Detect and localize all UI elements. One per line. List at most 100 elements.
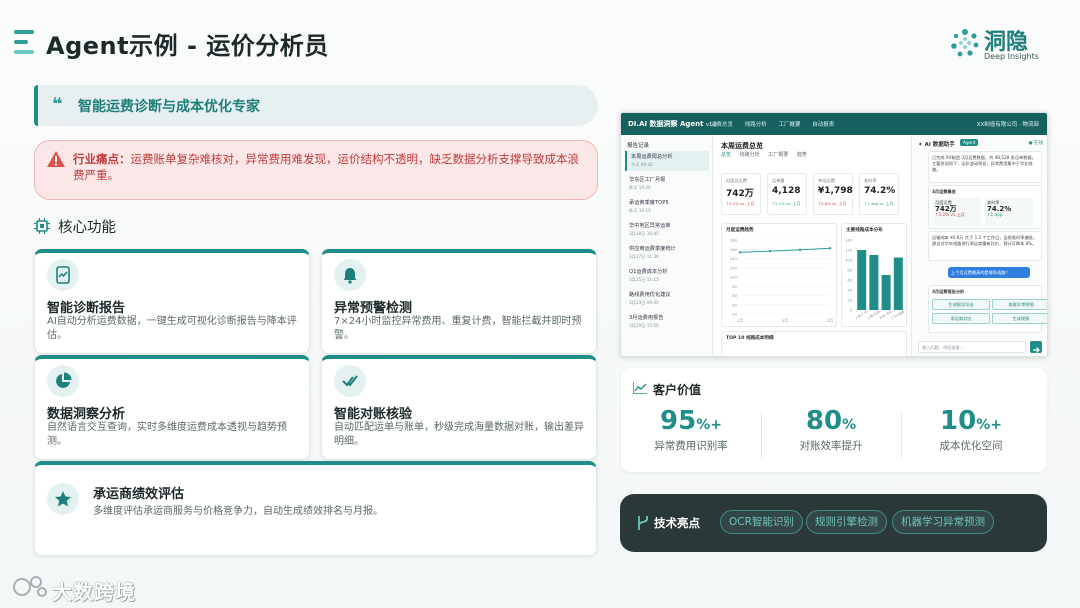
feature-desc: 7×24小时监控异常费用、重复计费，智能拦截并即时预警。 — [334, 316, 582, 341]
kpi-label: 单均运费 — [818, 178, 835, 183]
x-tick-label: 上海-北京 — [866, 309, 881, 320]
star-icon — [47, 483, 79, 515]
route-bar — [893, 257, 903, 310]
dashboard-preview: DI.AI 数据洞察 Agent v1.0 运费总览 线路分析 工厂概要 自动报… — [620, 112, 1048, 357]
feature-card-insight[interactable]: 数据洞察分析 自然语言交互查询，实时多维度运费成本透视与趋势预测。 — [34, 355, 310, 460]
y-tick-label: 80 — [847, 269, 852, 273]
dashboard-nav-item[interactable]: 工厂概要 — [779, 122, 801, 128]
chat-input[interactable]: 输入问题，例如查看… — [918, 341, 1026, 353]
slide: Agent示例 - 运价分析员 洞隐 Deep Insights ❝ 智能运费诊… — [0, 0, 1080, 608]
dashboard-main-title: 本周运费总览 — [721, 142, 763, 150]
bell-icon — [334, 259, 366, 291]
kpi-label: 运单量 — [772, 178, 785, 183]
sidebar-item-time: 3月23日 09:00 — [629, 300, 659, 305]
chat-action-button[interactable]: 生成报告导出 — [932, 299, 990, 310]
watermark-logo-icon — [13, 576, 47, 597]
feature-card-alert[interactable]: 异常预警检测 7×24小时监控异常费用、重复计费，智能拦截并即时预警。 — [321, 249, 597, 354]
kpi-label: 月度总运费 — [726, 178, 747, 183]
pain-point-body: 运费账单复杂难核对，异常费用难发现，运价结构不透明，缺乏数据分析支撑导致成本浪费… — [73, 152, 579, 182]
sidebar-item-time: 昨天 14:20 — [629, 185, 651, 190]
chip-icon — [34, 218, 50, 234]
chat-header: ✦ AI 数据助手 — [918, 142, 955, 148]
sidebar-item[interactable]: 3月运费用报告 3月20日 15:50 — [625, 312, 709, 332]
feature-title: 智能对账核验 — [334, 407, 413, 422]
metric-value: 80% — [761, 406, 901, 436]
feature-desc: 多维度评估承运商服务与价格竞争力，自动生成绩效排名与月报。 — [93, 506, 383, 517]
value-metric: 95%+ 异常费用识别率 — [621, 406, 761, 453]
metric-unit: % — [842, 417, 857, 433]
send-icon[interactable] — [1030, 341, 1042, 353]
dashboard-nav-item[interactable]: 线路分析 — [745, 122, 767, 128]
core-features-title: 核心功能 — [58, 220, 116, 236]
y-tick-label: 60 — [847, 279, 852, 283]
tech-pill: OCR智能识别 — [720, 510, 803, 534]
feature-card-diagnosis[interactable]: 智能诊断报告 AI自动分析运费数据，一键生成可视化诊断报告与降本评估。 — [34, 249, 310, 354]
metric-value: 10%+ — [901, 406, 1041, 436]
sidebar-item[interactable]: 供应商运费季度统计 3月27日 11:30 — [625, 243, 709, 263]
dashboard-topbar: DI.AI 数据洞察 Agent v1.0 运费总览 线路分析 工厂概要 自动报… — [621, 113, 1047, 135]
metric-label: 成本优化空间 — [939, 440, 1003, 452]
sidebar-item-time: 3月25日 11:15 — [629, 277, 659, 282]
chat-action-button[interactable]: 生成周报 — [992, 313, 1047, 324]
ai-chat-panel: ✦ AI 数据助手 Agent ● 在线 已完成 XX制造 3月运费数据，共 4… — [911, 135, 1047, 356]
sidebar-item[interactable]: 华中地区异常运单 3月28日 16:45 — [625, 220, 709, 240]
y-tick-label: 60 — [732, 293, 737, 298]
bar-chart-panel: 主要线路成本分布 140 120 100 80 60 40 20 0 上海-广州 上海-北京 北京-… — [841, 223, 907, 327]
y-tick-label: 40 — [847, 289, 852, 293]
y-tick-label: 40 — [732, 302, 737, 307]
dashboard-nav-item[interactable]: 运费总览 — [711, 122, 733, 128]
sidebar-item-time: 3月28日 16:45 — [629, 231, 659, 236]
dashboard-nav: 运费总览 线路分析 工厂概要 自动报表 — [711, 120, 844, 128]
route-bar — [857, 250, 867, 310]
metric-number: 80 — [805, 406, 843, 436]
x-tick-label: 2月 — [782, 318, 788, 323]
dashboard-tab[interactable]: 工厂概要 — [768, 152, 788, 158]
kpi-delta: ↑1.4pp vs. 上月 — [864, 201, 894, 206]
feature-card-carrier[interactable]: 承运商绩效评估 多维度评估承运商服务与价格竞争力，自动生成绩效排名与月报。 — [34, 461, 597, 556]
sidebar-item-time: 3月20日 15:50 — [629, 323, 659, 328]
chat-action-button[interactable]: 承运商对比 — [932, 313, 990, 324]
pie-chart-icon — [47, 365, 79, 397]
tagline-banner: ❝ 智能运费诊断与成本优化专家 — [34, 85, 598, 126]
trend-line — [739, 247, 831, 253]
menu-icon[interactable] — [14, 30, 34, 56]
sidebar-item-title: 路线费用优化建议 — [629, 292, 671, 298]
chat-stats-card: 3月运费概览 月度运费 742万 ↑3.2% vs.上月 准时率 74.2% ↑… — [928, 185, 1042, 229]
x-tick-label: 上海-广州 — [854, 309, 869, 320]
dashboard-tab[interactable]: 总览 — [721, 152, 731, 158]
trend-line-chart: 180 160 140 120 100 80 60 40 201月 2月 3月 — [730, 238, 834, 324]
sidebar-item[interactable]: 承运商季度TOP5 昨天 10:15 — [625, 197, 709, 217]
y-tick-label: 140 — [845, 239, 853, 243]
sidebar-item-title: 华中地区异常运单 — [629, 223, 671, 229]
check-double-icon — [334, 365, 366, 397]
sidebar-item-time: 今天 09:42 — [631, 162, 653, 167]
sidebar-item-time: 昨天 10:15 — [629, 208, 651, 213]
sidebar-item[interactable]: 路线费用优化建议 3月23日 09:00 — [625, 289, 709, 309]
dashboard-tabs: 总览 线路分析 工厂概要 趋势 — [721, 151, 814, 158]
y-tick-label: 180 — [730, 238, 738, 243]
feature-desc: AI自动分析运费数据，一键生成可视化诊断报告与降本评估。 — [47, 316, 297, 341]
feature-card-reconcile[interactable]: 智能对账核验 自动匹配运单与账单，秒级完成海量数据对账，输出差异明细。 — [321, 355, 597, 460]
chat-action-button[interactable]: 查看异常明细 — [992, 299, 1047, 310]
tech-highlights-bar: 技术亮点 OCR智能识别 规则引擎检测 机器学习异常预测 — [620, 494, 1047, 552]
tech-pill: 机器学习异常预测 — [892, 510, 994, 534]
kpi-card: 月度总运费 742万 ↑3.2% vs. 上月 — [721, 173, 761, 215]
metric-label: 对账效率提升 — [799, 440, 863, 452]
sidebar-item[interactable]: 华东区工厂月报 昨天 14:20 — [625, 174, 709, 194]
sidebar-item[interactable]: Q1运费成本分析 3月25日 11:15 — [625, 266, 709, 286]
top10-title: TOP 10 线路成本明细 — [726, 336, 774, 341]
dashboard-user[interactable]: XX制造有限公司 · 物流部 — [977, 120, 1039, 128]
dashboard-brand-text: DI.AI 数据洞察 Agent — [628, 120, 704, 128]
line-chart-icon — [633, 382, 647, 394]
x-tick-label: 3月 — [827, 318, 833, 323]
kpi-delta: ↑3.2% vs. 上月 — [726, 201, 755, 206]
x-tick-label: 北京-深圳 — [878, 309, 893, 320]
dashboard-tab[interactable]: 趋势 — [797, 152, 807, 158]
kpi-label: 准时率 — [864, 178, 877, 183]
chat-stat: 准时率 74.2% ↑1.4pp — [985, 198, 1033, 226]
dashboard-tab[interactable]: 线路分析 — [740, 152, 760, 158]
feature-title: 数据洞察分析 — [47, 407, 126, 422]
dashboard-nav-item[interactable]: 自动报表 — [812, 122, 834, 128]
metric-number: 10 — [940, 406, 977, 436]
sidebar-item[interactable]: 本周运费周总分析 今天 09:42 — [625, 151, 709, 171]
